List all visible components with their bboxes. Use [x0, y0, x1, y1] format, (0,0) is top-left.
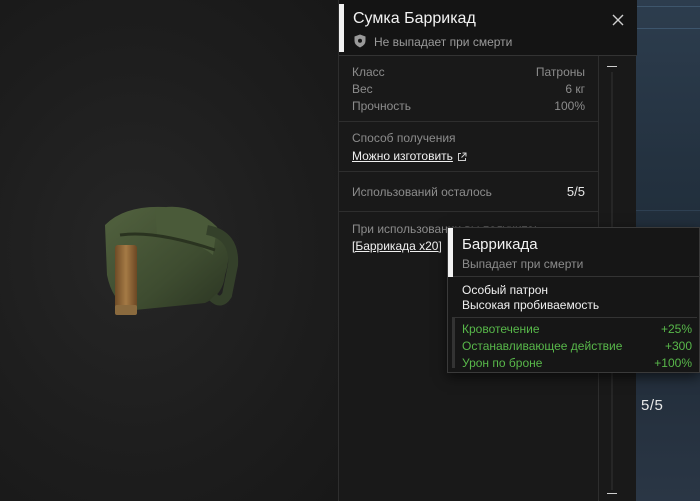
- stat-label: Класс: [352, 65, 385, 79]
- stat-label: Вес: [352, 82, 373, 96]
- ammo-tooltip: Баррикада Выпадает при смерти Особый пат…: [447, 227, 700, 373]
- stat-value: Патроны: [535, 65, 585, 79]
- item-preview-area: [0, 0, 338, 501]
- uses-section: Использований осталось 5/5: [339, 172, 598, 212]
- scrollbar-bottom-cap: [607, 493, 617, 494]
- tooltip-stat-row: Кровотечение +25%: [462, 321, 692, 338]
- tooltip-desc-line: Особый патрон: [462, 283, 549, 297]
- stat-row: Прочность 100%: [352, 98, 585, 115]
- craftable-link-text: Можно изготовить: [352, 149, 453, 163]
- uses-overlay-value: 5/5: [641, 397, 664, 414]
- tooltip-description: Особый патрон Высокая пробиваемость: [462, 283, 599, 313]
- tooltip-stat-value: +25%: [660, 322, 692, 336]
- stat-row: Вес 6 кг: [352, 81, 585, 98]
- panel-header: Сумка Баррикад Не выпадает при смерти: [339, 0, 637, 56]
- tooltip-stat-row: Останавливающее действие +300: [462, 338, 692, 355]
- craftable-link[interactable]: Можно изготовить: [352, 148, 467, 165]
- stats-section: Класс Патроны Вес 6 кг Прочность 100%: [339, 56, 598, 122]
- tooltip-desc-line: Высокая пробиваемость: [462, 298, 600, 312]
- tooltip-subtitle: Выпадает при смерти: [462, 257, 584, 271]
- tooltip-stat-value: +300: [664, 339, 692, 353]
- tooltip-stats: Кровотечение +25% Останавливающее действ…: [462, 321, 692, 372]
- stat-row: Класс Патроны: [352, 64, 585, 81]
- tooltip-stats-bar: [452, 318, 455, 368]
- tooltip-stat-label: Урон по броне: [462, 356, 543, 370]
- tooltip-stat-label: Останавливающее действие: [462, 339, 623, 353]
- external-link-icon: [457, 152, 467, 161]
- stat-value: 100%: [554, 99, 585, 113]
- tooltip-divider: [452, 317, 697, 318]
- shield-icon: [354, 34, 366, 48]
- tooltip-accent-bar: [448, 228, 453, 277]
- item-bag-image: [105, 206, 239, 315]
- stat-value: 6 кг: [565, 82, 585, 96]
- tooltip-stat-label: Кровотечение: [462, 322, 540, 336]
- item-title: Сумка Баррикад: [353, 10, 476, 27]
- tooltip-stat-value: +100%: [654, 356, 692, 370]
- uses-label: Использований осталось: [352, 184, 492, 199]
- scrollbar-top-cap: [607, 66, 617, 67]
- tooltip-stat-row: Урон по броне +100%: [462, 355, 692, 372]
- uses-value: 5/5: [566, 184, 585, 199]
- tooltip-title: Баррикада: [462, 236, 538, 253]
- stat-label: Прочность: [352, 99, 412, 113]
- close-icon[interactable]: [611, 13, 625, 27]
- item-subtitle: Не выпадает при смерти: [374, 35, 513, 49]
- obtain-section: Способ получения Можно изготовить: [339, 122, 598, 172]
- tooltip-header: Баррикада Выпадает при смерти: [448, 228, 700, 277]
- header-accent-bar: [339, 4, 344, 52]
- obtain-label: Способ получения: [352, 131, 456, 145]
